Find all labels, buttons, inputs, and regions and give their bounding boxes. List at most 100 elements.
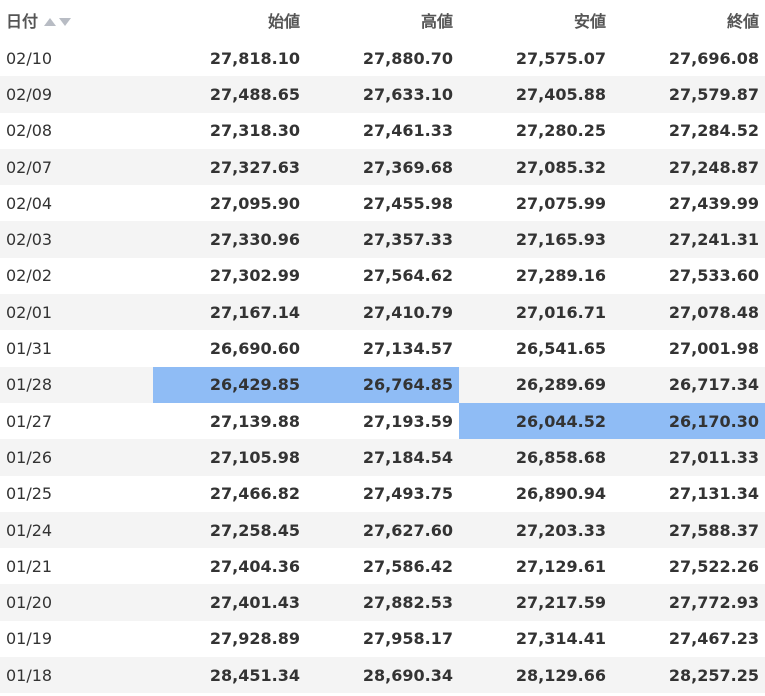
close-cell[interactable]: 27,284.52	[612, 112, 765, 149]
high-cell-highlighted[interactable]: 26,764.85	[306, 366, 459, 403]
close-cell[interactable]: 27,588.37	[612, 511, 765, 549]
open-cell[interactable]: 27,167.14	[153, 294, 306, 331]
high-cell[interactable]: 27,493.75	[306, 475, 459, 512]
date-cell: 02/02	[0, 257, 153, 295]
open-cell[interactable]: 26,690.60	[153, 330, 306, 367]
low-cell[interactable]: 27,129.61	[459, 548, 612, 585]
low-cell[interactable]: 27,217.59	[459, 584, 612, 621]
high-cell[interactable]: 27,633.10	[306, 76, 459, 113]
open-cell[interactable]: 27,258.45	[153, 511, 306, 549]
column-header-high[interactable]: 高値	[306, 0, 459, 40]
high-cell[interactable]: 27,410.79	[306, 294, 459, 331]
sort-controls	[44, 11, 74, 30]
date-cell: 01/27	[0, 402, 153, 440]
high-cell[interactable]: 27,564.62	[306, 257, 459, 295]
close-cell[interactable]: 27,241.31	[612, 221, 765, 258]
table-row: 01/31 26,690.60 27,134.57 26,541.65 27,001.9…	[0, 330, 765, 367]
high-cell[interactable]: 27,184.54	[306, 439, 459, 476]
low-cell[interactable]: 27,289.16	[459, 257, 612, 295]
table-row: 02/07 27,327.63 27,369.68 27,085.32 27,248.8…	[0, 148, 765, 186]
close-cell[interactable]: 27,011.33	[612, 439, 765, 476]
open-cell[interactable]: 28,451.34	[153, 657, 306, 694]
low-cell[interactable]: 27,165.93	[459, 221, 612, 258]
open-cell[interactable]: 27,401.43	[153, 584, 306, 621]
date-cell: 01/26	[0, 439, 153, 476]
column-header-open[interactable]: 始値	[153, 0, 306, 40]
close-cell[interactable]: 27,579.87	[612, 76, 765, 113]
open-cell[interactable]: 27,327.63	[153, 148, 306, 186]
column-header-close[interactable]: 終値	[612, 0, 765, 40]
high-cell[interactable]: 28,690.34	[306, 657, 459, 694]
table-row: 02/03 27,330.96 27,357.33 27,165.93 27,241.3…	[0, 221, 765, 258]
high-cell[interactable]: 27,586.42	[306, 548, 459, 585]
close-cell-highlighted[interactable]: 26,170.30	[612, 402, 765, 440]
low-cell[interactable]: 26,890.94	[459, 475, 612, 512]
low-cell[interactable]: 27,085.32	[459, 148, 612, 186]
low-cell[interactable]: 27,405.88	[459, 76, 612, 113]
open-cell[interactable]: 27,818.10	[153, 40, 306, 77]
open-cell[interactable]: 27,330.96	[153, 221, 306, 258]
high-cell[interactable]: 27,958.17	[306, 620, 459, 658]
date-cell: 01/24	[0, 511, 153, 549]
date-cell: 01/28	[0, 366, 153, 403]
open-cell[interactable]: 27,488.65	[153, 76, 306, 113]
low-cell[interactable]: 26,289.69	[459, 366, 612, 403]
table-row: 01/20 27,401.43 27,882.53 27,217.59 27,772.9…	[0, 584, 765, 621]
open-cell[interactable]: 27,105.98	[153, 439, 306, 476]
open-cell[interactable]: 27,928.89	[153, 620, 306, 658]
date-cell: 01/21	[0, 548, 153, 585]
open-cell[interactable]: 27,404.36	[153, 548, 306, 585]
open-cell[interactable]: 27,095.90	[153, 185, 306, 222]
column-header-date[interactable]: 日付	[0, 0, 153, 40]
date-cell: 02/07	[0, 148, 153, 186]
close-cell[interactable]: 27,467.23	[612, 620, 765, 658]
close-cell[interactable]: 27,001.98	[612, 330, 765, 367]
low-cell[interactable]: 27,280.25	[459, 112, 612, 149]
low-cell[interactable]: 26,858.68	[459, 439, 612, 476]
high-cell[interactable]: 27,369.68	[306, 148, 459, 186]
low-cell[interactable]: 28,129.66	[459, 657, 612, 694]
high-cell[interactable]: 27,357.33	[306, 221, 459, 258]
high-cell[interactable]: 27,461.33	[306, 112, 459, 149]
high-cell[interactable]: 27,627.60	[306, 511, 459, 549]
close-cell[interactable]: 28,257.25	[612, 657, 765, 694]
low-cell[interactable]: 27,575.07	[459, 40, 612, 77]
table-row: 02/10 27,818.10 27,880.70 27,575.07 27,696.0…	[0, 40, 765, 77]
table-header-row: 日付 始値 高値 安値 終値	[0, 0, 765, 40]
sort-ascending-icon[interactable]	[44, 18, 57, 26]
close-cell[interactable]: 27,522.26	[612, 548, 765, 585]
high-cell[interactable]: 27,193.59	[306, 402, 459, 440]
column-header-label: 終値	[726, 12, 759, 31]
low-cell[interactable]: 27,203.33	[459, 511, 612, 549]
close-cell[interactable]: 27,248.87	[612, 148, 765, 186]
high-cell[interactable]: 27,455.98	[306, 185, 459, 222]
open-cell-highlighted[interactable]: 26,429.85	[153, 366, 306, 403]
low-cell[interactable]: 27,016.71	[459, 294, 612, 331]
date-cell: 02/01	[0, 294, 153, 331]
column-header-low[interactable]: 安値	[459, 0, 612, 40]
low-cell-highlighted[interactable]: 26,044.52	[459, 402, 612, 440]
close-cell[interactable]: 27,696.08	[612, 40, 765, 77]
date-cell: 02/04	[0, 185, 153, 222]
table-row: 01/24 27,258.45 27,627.60 27,203.33 27,588.3…	[0, 511, 765, 549]
open-cell[interactable]: 27,302.99	[153, 257, 306, 295]
open-cell[interactable]: 27,139.88	[153, 402, 306, 440]
high-cell[interactable]: 27,880.70	[306, 40, 459, 77]
low-cell[interactable]: 27,314.41	[459, 620, 612, 658]
close-cell[interactable]: 27,772.93	[612, 584, 765, 621]
table-row: 01/21 27,404.36 27,586.42 27,129.61 27,522.2…	[0, 548, 765, 585]
close-cell[interactable]: 26,717.34	[612, 366, 765, 403]
high-cell[interactable]: 27,134.57	[306, 330, 459, 367]
low-cell[interactable]: 27,075.99	[459, 185, 612, 222]
table-row: 01/25 27,466.82 27,493.75 26,890.94 27,131.3…	[0, 475, 765, 512]
close-cell[interactable]: 27,131.34	[612, 475, 765, 512]
open-cell[interactable]: 27,318.30	[153, 112, 306, 149]
open-cell[interactable]: 27,466.82	[153, 475, 306, 512]
low-cell[interactable]: 26,541.65	[459, 330, 612, 367]
sort-descending-icon[interactable]	[59, 18, 72, 26]
close-cell[interactable]: 27,533.60	[612, 257, 765, 295]
close-cell[interactable]: 27,078.48	[612, 294, 765, 331]
close-cell[interactable]: 27,439.99	[612, 185, 765, 222]
column-header-label: 日付	[6, 12, 39, 31]
high-cell[interactable]: 27,882.53	[306, 584, 459, 621]
